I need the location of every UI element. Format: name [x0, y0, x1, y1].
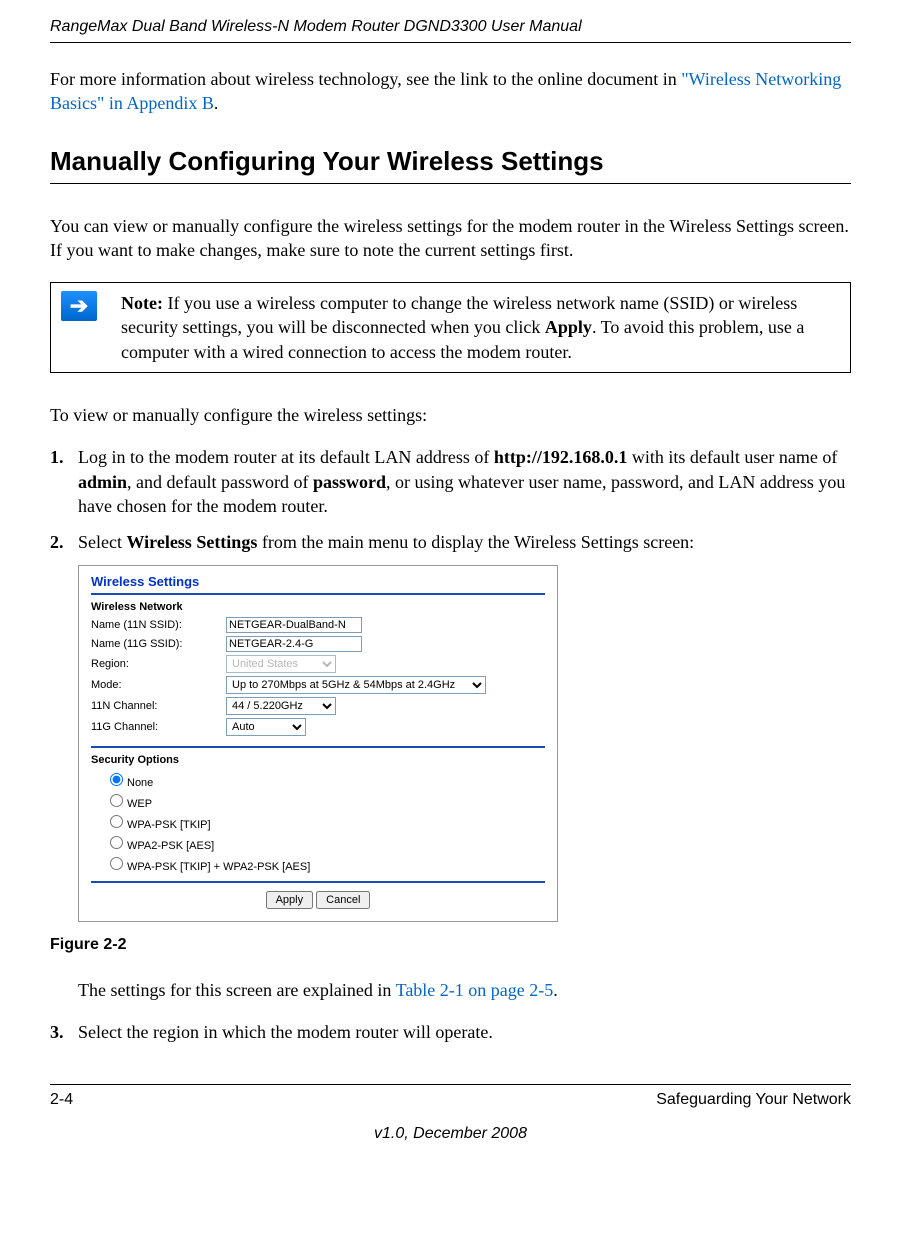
- step-1: 1. Log in to the modem router at its def…: [50, 445, 851, 518]
- row-name-11g: Name (11G SSID):: [91, 636, 545, 652]
- footer-version: v1.0, December 2008: [50, 1125, 851, 1143]
- input-name-11g[interactable]: [226, 636, 362, 652]
- row-mode: Mode: Up to 270Mbps at 5GHz & 54Mbps at …: [91, 676, 545, 694]
- select-mode[interactable]: Up to 270Mbps at 5GHz & 54Mbps at 2.4GHz: [226, 676, 486, 694]
- section-heading: Manually Configuring Your Wireless Setti…: [50, 146, 851, 184]
- step-3: 3. Select the region in which the modem …: [50, 1020, 851, 1044]
- s1-url: http://192.168.0.1: [494, 447, 628, 467]
- arrow-icon: [61, 291, 97, 321]
- radio-wpa2-psk[interactable]: [110, 836, 123, 849]
- screenshot-title: Wireless Settings: [91, 574, 545, 589]
- apply-button[interactable]: Apply: [266, 891, 314, 909]
- s1-password: password: [313, 472, 386, 492]
- footer-right: Safeguarding Your Network: [656, 1091, 851, 1109]
- radio-wpa-both-label: WPA-PSK [TKIP] + WPA2-PSK [AES]: [127, 861, 310, 873]
- label-ch-11g: 11G Channel:: [91, 721, 226, 733]
- step-1-number: 1.: [50, 445, 78, 518]
- note-apply: Apply: [545, 317, 592, 337]
- wireless-network-section: Wireless Network: [91, 601, 545, 613]
- divider: [91, 881, 545, 883]
- radio-wep-label: WEP: [127, 798, 152, 810]
- step-2-number: 2.: [50, 530, 78, 554]
- s1-admin: admin: [78, 472, 127, 492]
- manual-title: RangeMax Dual Band Wireless-N Modem Rout…: [50, 0, 851, 43]
- radio-wpa-psk-row: WPA-PSK [TKIP]: [105, 812, 545, 831]
- note-text-cell: Note: If you use a wireless computer to …: [111, 283, 851, 373]
- radio-none[interactable]: [110, 773, 123, 786]
- note-icon-cell: [51, 283, 112, 373]
- step-3-number: 3.: [50, 1020, 78, 1044]
- radio-wpa-both-row: WPA-PSK [TKIP] + WPA2-PSK [AES]: [105, 854, 545, 873]
- step-2-content: Select Wireless Settings from the main m…: [78, 530, 851, 554]
- exp-t2: .: [553, 980, 558, 1000]
- radio-wep-row: WEP: [105, 791, 545, 810]
- radio-wpa-both[interactable]: [110, 857, 123, 870]
- table-link[interactable]: Table 2-1 on page 2-5: [396, 980, 554, 1000]
- s2-t1: Select: [78, 532, 126, 552]
- divider: [91, 746, 545, 748]
- label-region: Region:: [91, 658, 226, 670]
- note-box: Note: If you use a wireless computer to …: [50, 282, 851, 373]
- radio-none-row: None: [105, 770, 545, 789]
- s2-t2: from the main menu to display the Wirele…: [257, 532, 694, 552]
- note-label: Note:: [121, 293, 163, 313]
- page-number: 2-4: [50, 1091, 73, 1109]
- row-name-11n: Name (11N SSID):: [91, 617, 545, 633]
- divider: [91, 593, 545, 595]
- radio-wpa2-psk-label: WPA2-PSK [AES]: [127, 840, 214, 852]
- step-1-content: Log in to the modem router at its defaul…: [78, 445, 851, 518]
- cancel-button[interactable]: Cancel: [316, 891, 370, 909]
- row-ch-11g: 11G Channel: Auto: [91, 718, 545, 736]
- security-section: Security Options: [91, 754, 545, 766]
- radio-wep[interactable]: [110, 794, 123, 807]
- step-3-content: Select the region in which the modem rou…: [78, 1020, 851, 1044]
- wireless-settings-screenshot: Wireless Settings Wireless Network Name …: [78, 565, 558, 922]
- input-name-11n[interactable]: [226, 617, 362, 633]
- label-name-11n: Name (11N SSID):: [91, 619, 226, 631]
- s1-t1: Log in to the modem router at its defaul…: [78, 447, 494, 467]
- select-region[interactable]: United States: [226, 655, 336, 673]
- intro-paragraph: For more information about wireless tech…: [50, 67, 851, 116]
- instructions-intro: To view or manually configure the wirele…: [50, 403, 851, 427]
- row-ch-11n: 11N Channel: 44 / 5.220GHz: [91, 697, 545, 715]
- radio-wpa-psk-label: WPA-PSK [TKIP]: [127, 819, 211, 831]
- intro-after: .: [214, 93, 219, 113]
- s1-t3: , and default password of: [127, 472, 313, 492]
- s1-t2: with its default user name of: [627, 447, 837, 467]
- screenshot-button-row: Apply Cancel: [91, 891, 545, 909]
- label-name-11g: Name (11G SSID):: [91, 638, 226, 650]
- radio-none-label: None: [127, 777, 153, 789]
- label-mode: Mode:: [91, 679, 226, 691]
- page-footer: 2-4 Safeguarding Your Network v1.0, Dece…: [50, 1084, 851, 1143]
- s2-ws: Wireless Settings: [126, 532, 257, 552]
- exp-t1: The settings for this screen are explain…: [78, 980, 396, 1000]
- radio-wpa2-psk-row: WPA2-PSK [AES]: [105, 833, 545, 852]
- step-2: 2. Select Wireless Settings from the mai…: [50, 530, 851, 554]
- intro-before: For more information about wireless tech…: [50, 69, 681, 89]
- section-body: You can view or manually configure the w…: [50, 214, 851, 263]
- explanation-text: The settings for this screen are explain…: [78, 978, 851, 1002]
- select-ch-11g[interactable]: Auto: [226, 718, 306, 736]
- row-region: Region: United States: [91, 655, 545, 673]
- label-ch-11n: 11N Channel:: [91, 700, 226, 712]
- select-ch-11n[interactable]: 44 / 5.220GHz: [226, 697, 336, 715]
- figure-caption: Figure 2-2: [50, 936, 851, 954]
- radio-wpa-psk[interactable]: [110, 815, 123, 828]
